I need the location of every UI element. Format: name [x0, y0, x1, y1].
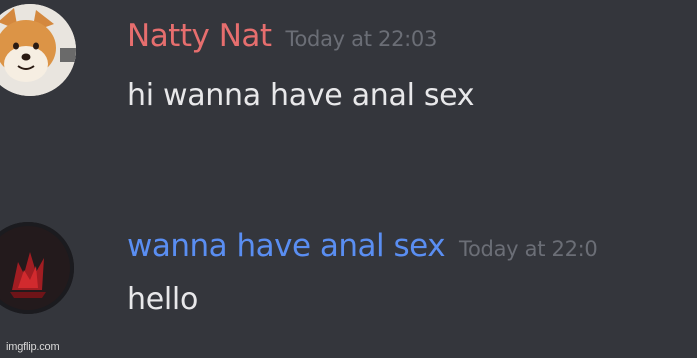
message-header: Natty Nat Today at 22:03 [127, 18, 437, 54]
message-content: hi wanna have anal sex [127, 78, 475, 113]
chat-message: Natty Nat Today at 22:03 hi wanna have a… [0, 0, 697, 130]
shiba-dog-avatar-icon[interactable] [0, 4, 76, 96]
message-header: wanna have anal sex Today at 22:0 [127, 228, 598, 264]
timestamp: Today at 22:03 [285, 27, 438, 51]
username[interactable]: Natty Nat [127, 18, 272, 54]
timestamp: Today at 22:0 [459, 237, 598, 261]
red-flower-avatar-icon[interactable] [0, 222, 74, 314]
chat-messages: Natty Nat Today at 22:03 hi wanna have a… [0, 0, 697, 358]
chat-message: wanna have anal sex Today at 22:0 hello [0, 214, 697, 344]
username[interactable]: wanna have anal sex [127, 228, 446, 264]
message-content: hello [127, 282, 198, 317]
imgflip-watermark: imgflip.com [6, 341, 60, 353]
